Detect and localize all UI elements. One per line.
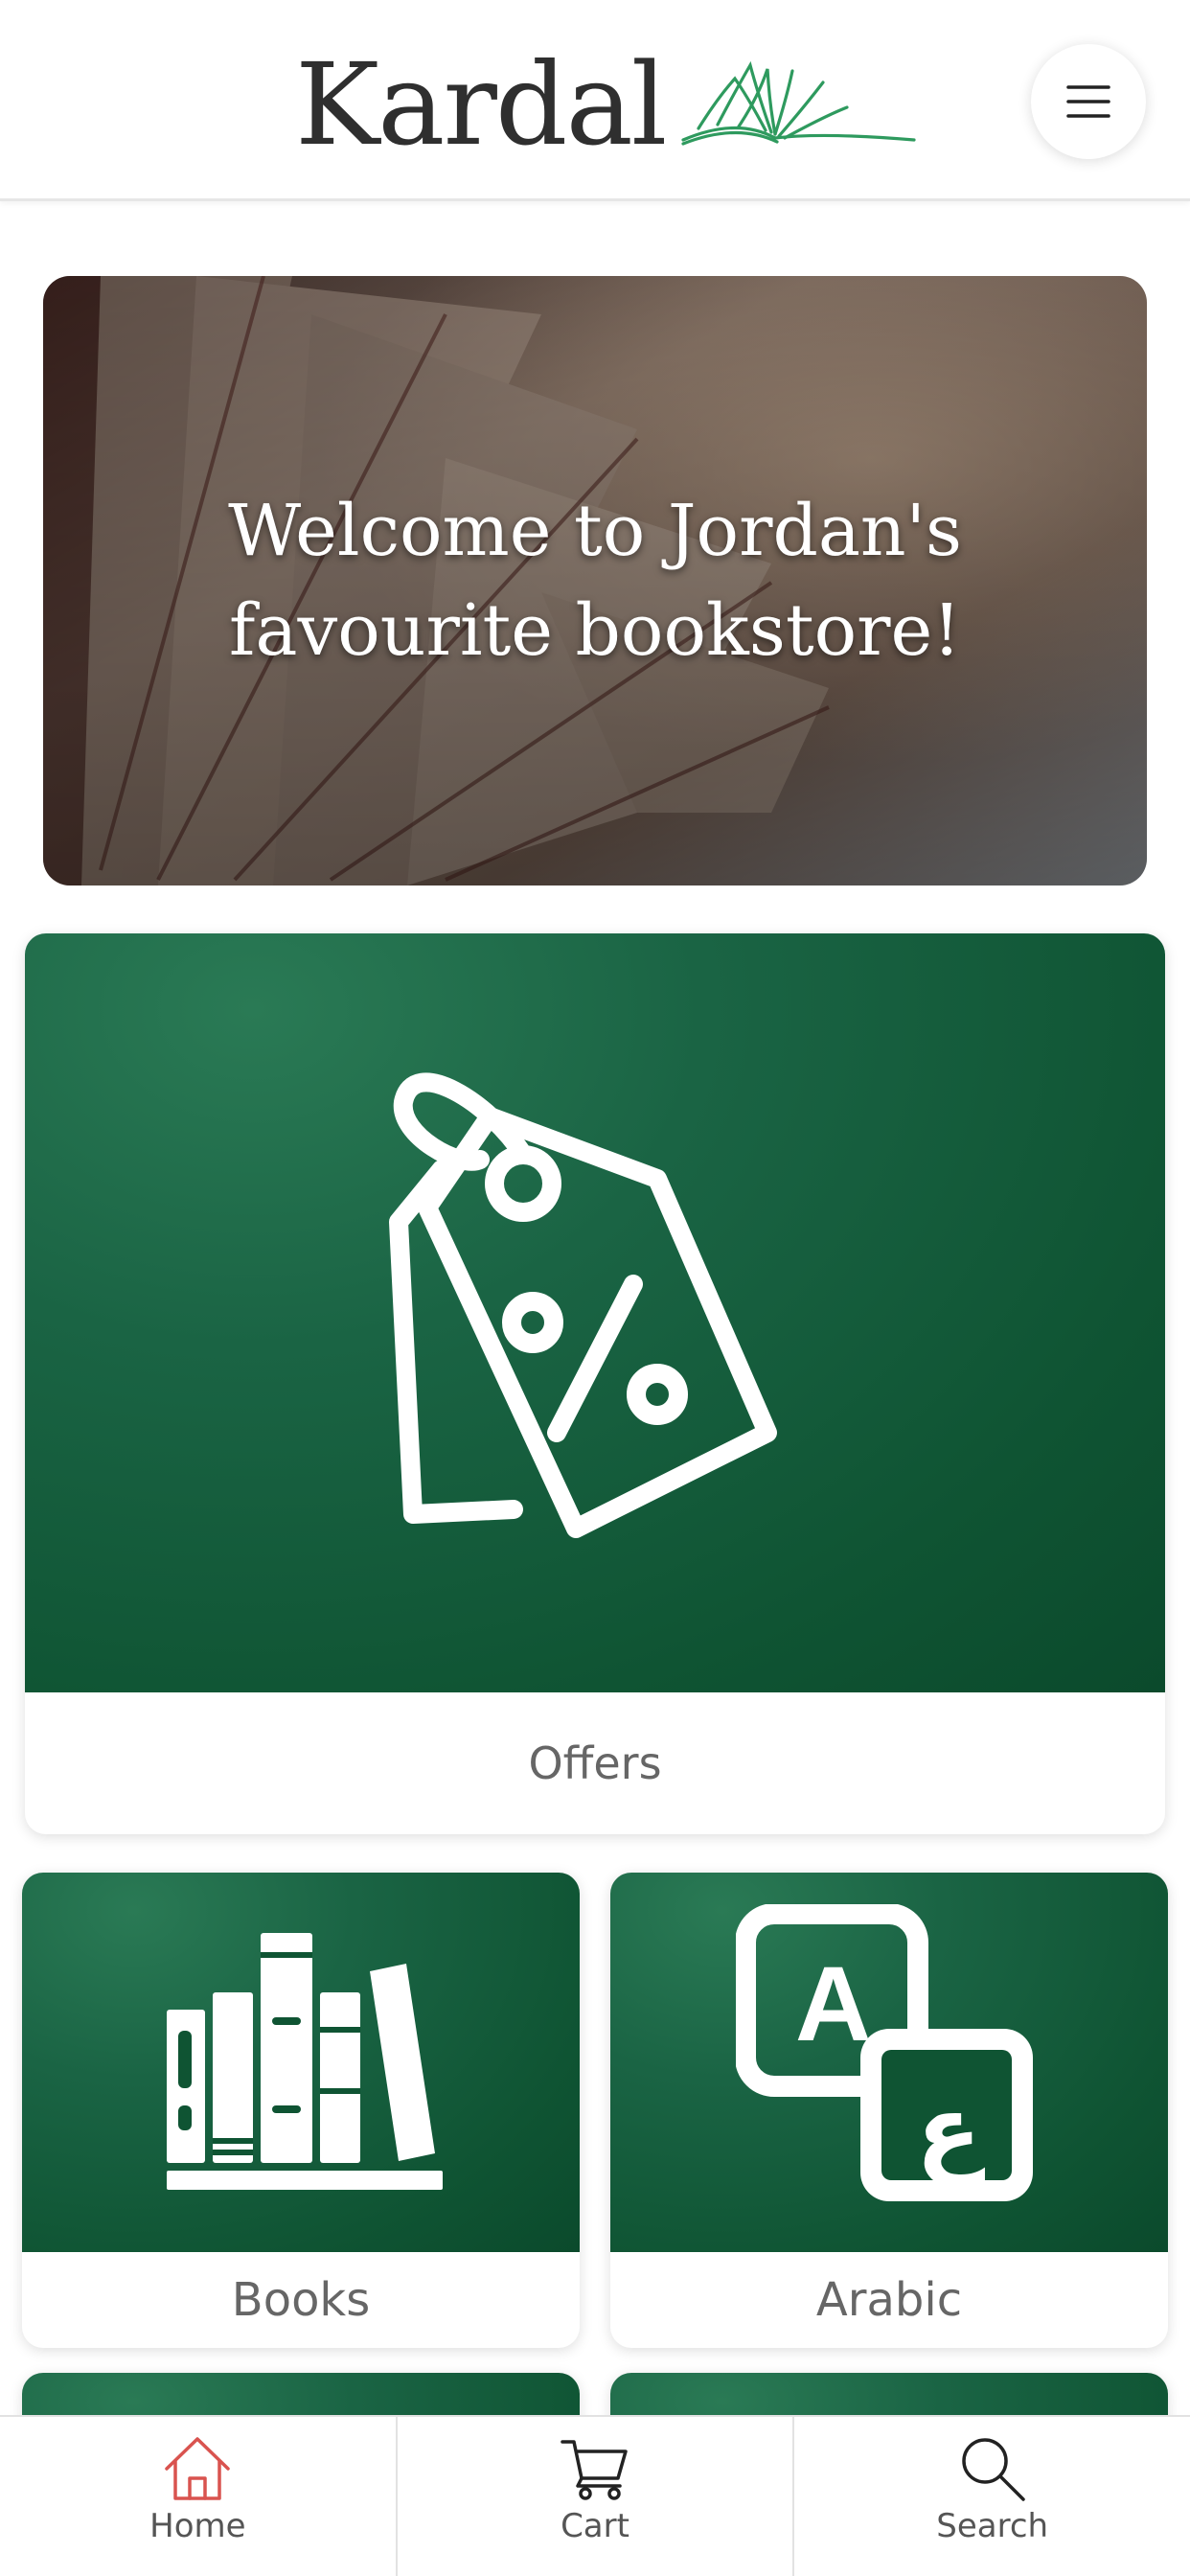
arabic-label: Arabic (815, 2273, 963, 2327)
nav-cart[interactable]: Cart (395, 2417, 793, 2576)
category-card-offers[interactable]: Offers (25, 933, 1165, 1834)
svg-text:ع: ع (916, 2074, 985, 2186)
category-card-arabic[interactable]: A ع Arabic (610, 1873, 1168, 2348)
nav-search-label: Search (936, 2507, 1049, 2545)
search-icon (961, 2438, 1025, 2501)
nav-home[interactable]: Home (0, 2417, 396, 2576)
logo-text: Kardal (295, 38, 668, 171)
app-header: Kardal (0, 0, 1190, 201)
offers-image (25, 933, 1165, 1692)
hero-title: Welcome to Jordan's favourite bookstore! (228, 490, 962, 672)
offers-label: Offers (528, 1737, 662, 1789)
bottom-navigation: Home Cart Search (0, 2415, 1190, 2576)
open-book-logo-icon (680, 60, 916, 146)
category-card-books[interactable]: Books (22, 1873, 580, 2348)
hamburger-menu-icon (1066, 85, 1110, 118)
price-tag-percent-icon (389, 1072, 777, 1538)
books-image (22, 1873, 580, 2252)
home-icon (165, 2437, 231, 2500)
language-translate-icon: A ع (736, 1904, 1033, 2201)
nav-search[interactable]: Search (792, 2417, 1190, 2576)
books-label: Books (231, 2273, 371, 2327)
hero-banner: Welcome to Jordan's favourite bookstore! (43, 276, 1147, 886)
nav-home-label: Home (149, 2507, 246, 2545)
arabic-image: A ع (610, 1873, 1168, 2252)
cart-icon (561, 2440, 628, 2500)
bookshelf-icon (167, 1933, 443, 2190)
kardal-logo[interactable]: Kardal (295, 36, 919, 161)
svg-text:A: A (795, 1945, 871, 2063)
nav-cart-label: Cart (561, 2507, 629, 2545)
menu-button[interactable] (1031, 44, 1146, 159)
